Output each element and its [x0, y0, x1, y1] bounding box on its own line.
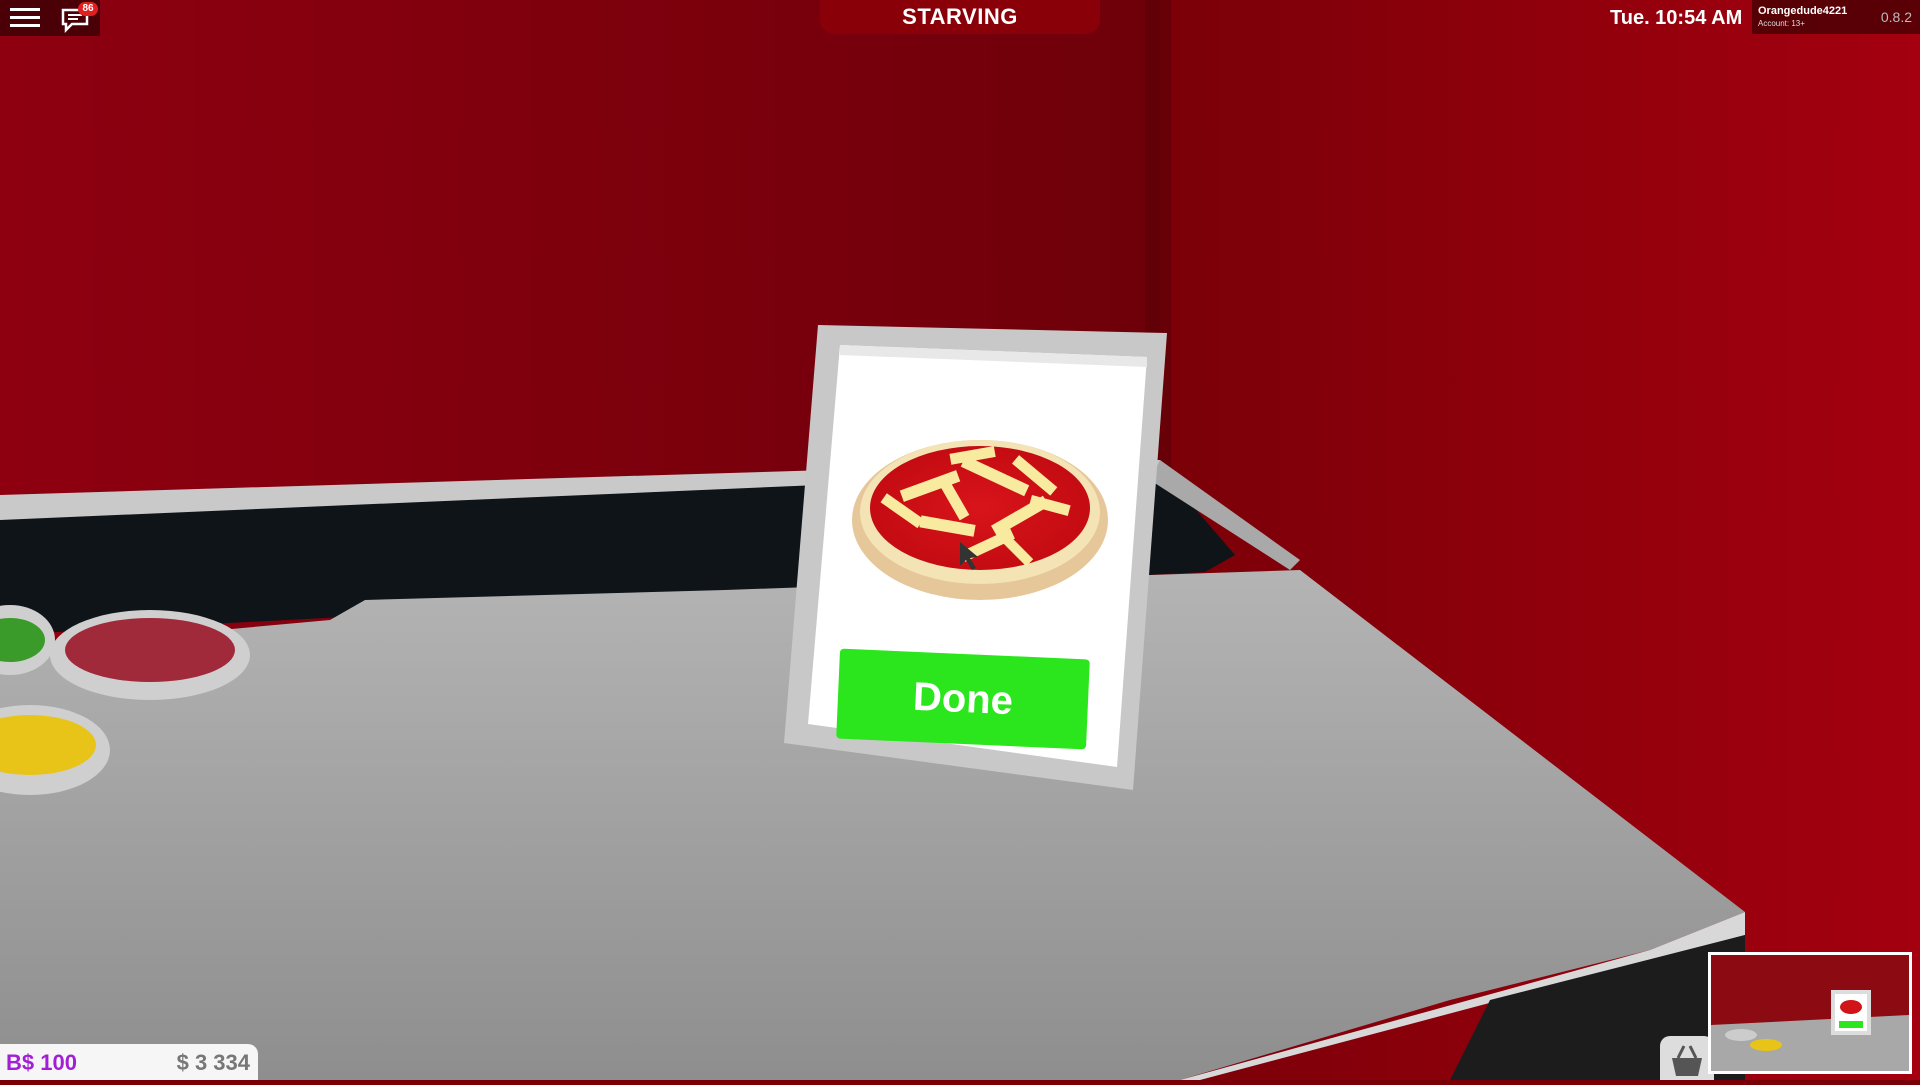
- bloxbux-balance: B$ 100: [6, 1050, 77, 1075]
- cash-balance: $ 3 334: [176, 1050, 250, 1075]
- hamburger-menu-icon[interactable]: [10, 6, 40, 30]
- game-clock: Tue. 10:54 AM: [1610, 7, 1743, 29]
- account-age: Account: 13+: [1758, 19, 1805, 28]
- username: Orangedude4221: [1758, 5, 1848, 17]
- done-button[interactable]: Done: [836, 648, 1090, 750]
- hunger-status: STARVING: [820, 0, 1100, 34]
- user-info-box: Orangedude4221 Account: 13+ 0.8.2: [1752, 0, 1920, 34]
- game-scene: [0, 0, 1920, 1080]
- money-bar: B$ 100 $ 3 334: [0, 1044, 258, 1080]
- chat-notification-badge: 86: [78, 2, 98, 16]
- game-version: 0.8.2: [1880, 9, 1912, 25]
- shopping-basket-icon[interactable]: [1660, 1036, 1714, 1080]
- camera-preview: [1708, 952, 1912, 1074]
